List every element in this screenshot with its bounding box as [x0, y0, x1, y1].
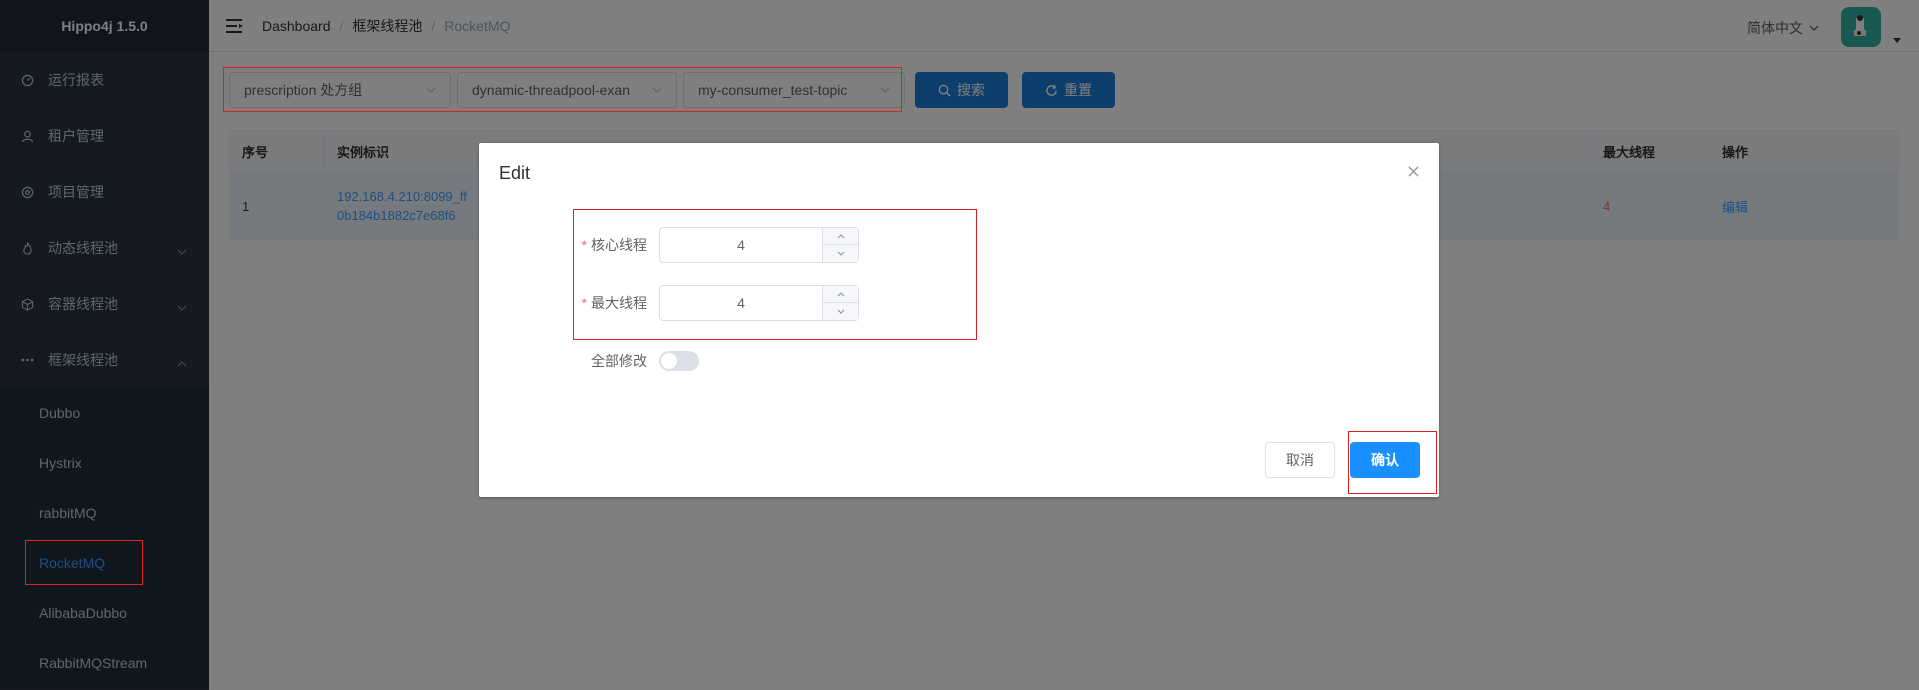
all-modify-row: 全部修改 — [579, 351, 699, 371]
confirm-button[interactable]: 确认 — [1350, 442, 1420, 478]
decrease-button[interactable] — [823, 245, 858, 262]
chevron-down-icon — [837, 309, 844, 314]
max-threads-row: * 最大线程 4 — [579, 285, 859, 321]
max-threads-stepper — [822, 286, 858, 320]
chevron-up-icon — [837, 233, 844, 238]
decrease-button[interactable] — [823, 303, 858, 320]
core-threads-row: * 核心线程 4 — [579, 227, 859, 263]
core-threads-input[interactable]: 4 — [659, 227, 859, 263]
core-threads-value[interactable]: 4 — [660, 228, 822, 262]
max-threads-label-text: 最大线程 — [591, 295, 647, 311]
cancel-button[interactable]: 取消 — [1265, 442, 1335, 478]
max-threads-label: * 最大线程 — [579, 293, 659, 313]
close-icon[interactable] — [1407, 165, 1421, 179]
required-mark: * — [581, 237, 587, 253]
core-threads-stepper — [822, 228, 858, 262]
chevron-down-icon — [837, 251, 844, 256]
all-modify-label: 全部修改 — [591, 353, 647, 369]
edit-dialog: Edit * 核心线程 4 * 最大线程 4 全部修改 取消 确认 — [479, 143, 1439, 497]
required-mark: * — [581, 295, 587, 311]
increase-button[interactable] — [823, 228, 858, 245]
core-threads-label: * 核心线程 — [579, 235, 659, 255]
switch-knob — [661, 353, 677, 369]
core-threads-label-text: 核心线程 — [591, 237, 647, 253]
max-threads-input[interactable]: 4 — [659, 285, 859, 321]
dialog-title: Edit — [499, 163, 531, 183]
chevron-up-icon — [837, 291, 844, 296]
increase-button[interactable] — [823, 286, 858, 303]
all-modify-switch[interactable] — [659, 351, 699, 371]
max-threads-value[interactable]: 4 — [660, 286, 822, 320]
